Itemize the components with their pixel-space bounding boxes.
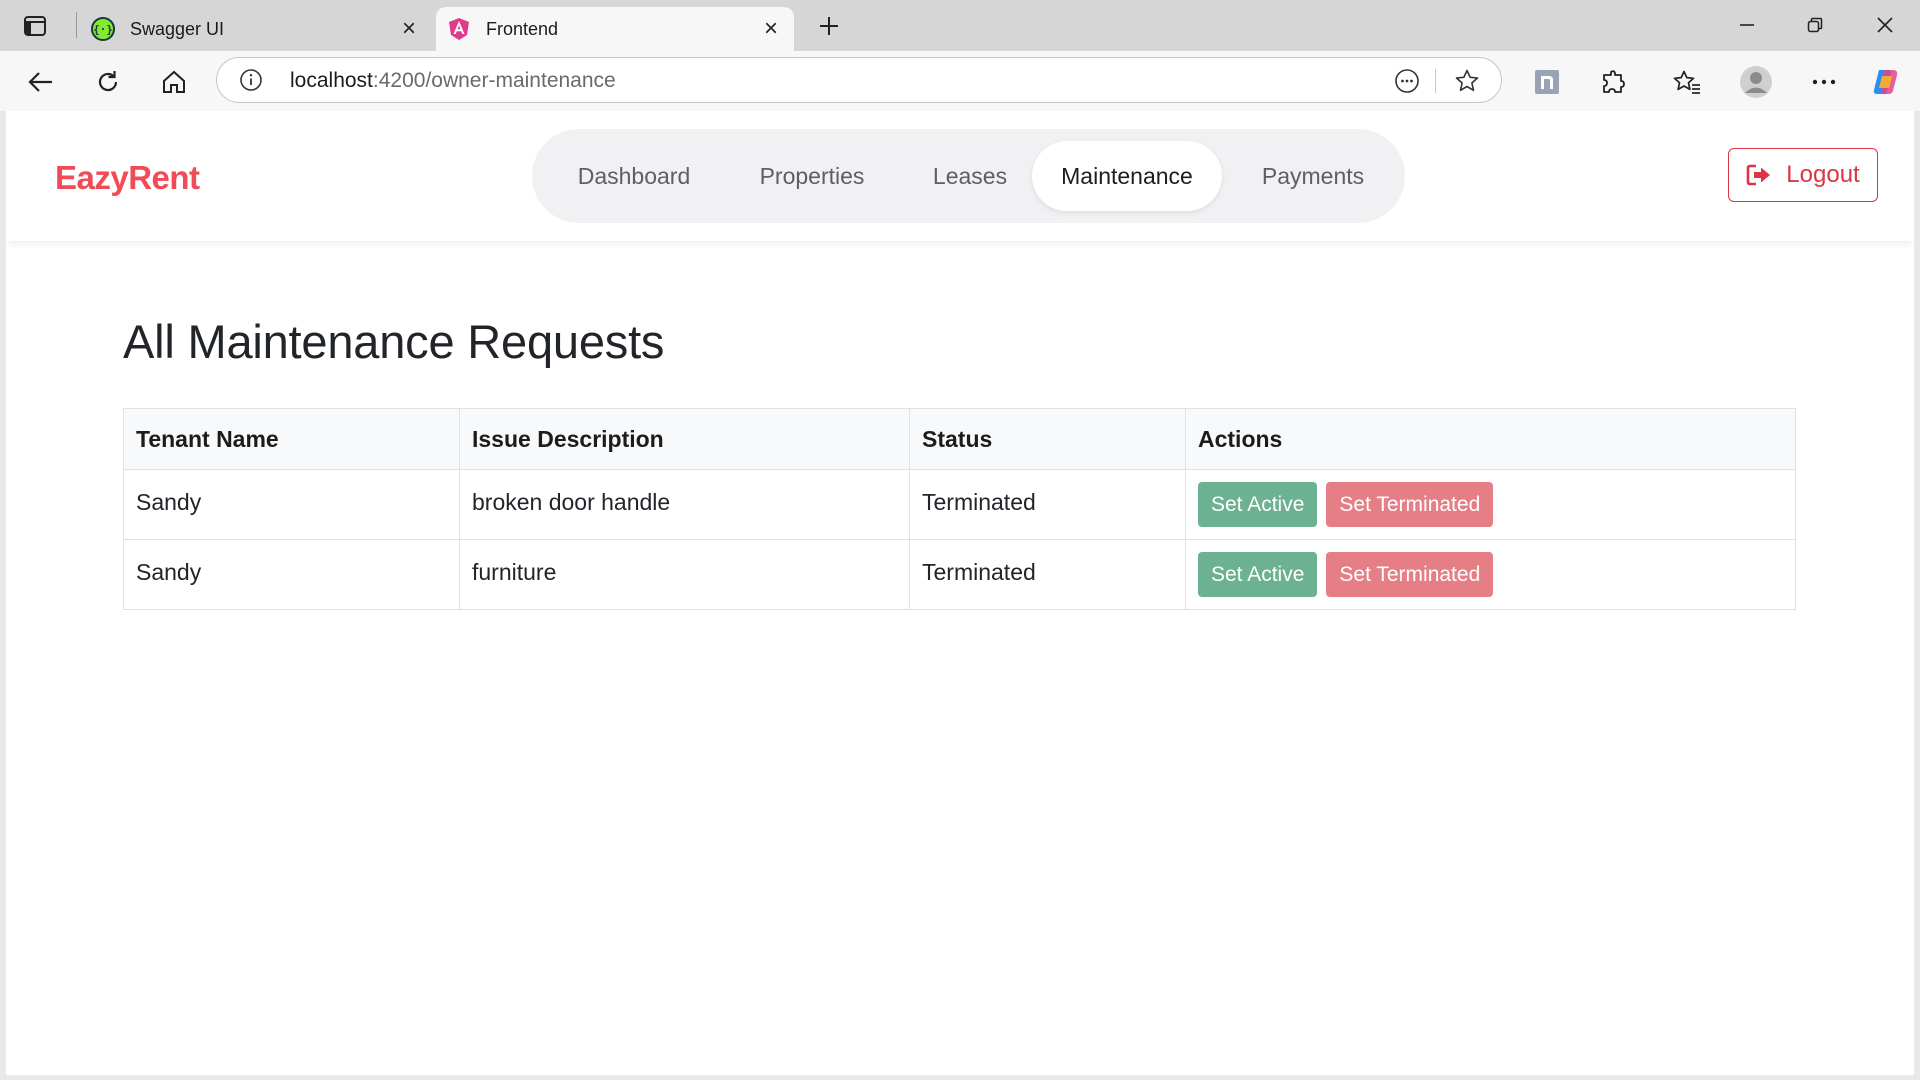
brand-logo[interactable]: EazyRent: [55, 159, 200, 197]
restore-icon[interactable]: [1790, 6, 1840, 44]
nav-link-dashboard[interactable]: Dashboard: [552, 141, 716, 211]
tab-actions-icon[interactable]: [18, 12, 52, 40]
tab-title: Swagger UI: [130, 18, 225, 39]
browser-toolbar: localhost:4200/owner-maintenance: [0, 51, 1920, 111]
new-tab-icon[interactable]: [812, 10, 846, 42]
copilot-icon[interactable]: [1867, 63, 1905, 101]
nav-link-payments[interactable]: Payments: [1236, 141, 1390, 211]
table-row: Sandy furniture Terminated Set Active Set…: [123, 539, 1796, 610]
table-row: Sandy broken door handle Terminated Set …: [123, 469, 1796, 540]
browser-tab-swagger[interactable]: {·} Swagger UI ×: [80, 7, 432, 51]
main-nav: Dashboard Properties Leases Maintenance …: [532, 129, 1405, 223]
tab-separator: [76, 12, 77, 38]
set-active-button[interactable]: Set Active: [1198, 482, 1318, 527]
minimize-icon[interactable]: [1722, 6, 1772, 44]
extensions-icon[interactable]: [1595, 63, 1633, 101]
site-info-icon[interactable]: [239, 68, 263, 92]
page-title: All Maintenance Requests: [123, 315, 665, 368]
maintenance-table: Tenant Name Issue Description Status Act…: [123, 408, 1796, 610]
back-icon[interactable]: [22, 63, 60, 101]
nav-link-properties[interactable]: Properties: [730, 141, 894, 211]
address-bar[interactable]: localhost:4200/owner-maintenance: [216, 57, 1502, 103]
close-tab-icon[interactable]: ×: [394, 14, 424, 44]
browser-tab-frontend[interactable]: Frontend ×: [436, 7, 794, 51]
refresh-icon[interactable]: [89, 63, 127, 101]
issue-description-cell: furniture: [459, 539, 910, 610]
tenant-name-cell: Sandy: [123, 539, 460, 610]
set-terminated-button[interactable]: Set Terminated: [1326, 552, 1494, 597]
logout-button[interactable]: Logout: [1728, 148, 1878, 202]
tenant-name-cell: Sandy: [123, 469, 460, 540]
issue-description-cell: broken door handle: [459, 469, 910, 540]
profile-avatar-icon[interactable]: [1737, 63, 1775, 101]
page-viewport: EazyRent Dashboard Properties Leases Mai…: [6, 111, 1914, 1075]
logout-label: Logout: [1786, 161, 1860, 188]
notion-extension-icon[interactable]: [1528, 63, 1566, 101]
more-options-icon[interactable]: [1805, 63, 1843, 101]
tab-title: Frontend: [486, 18, 559, 39]
status-cell: Terminated: [909, 469, 1186, 540]
column-header-issue: Issue Description: [459, 408, 910, 470]
address-separator: [1435, 69, 1436, 93]
table-header-row: Tenant Name Issue Description Status Act…: [123, 408, 1796, 470]
nav-link-leases[interactable]: Leases: [908, 141, 1032, 211]
set-terminated-button[interactable]: Set Terminated: [1326, 482, 1494, 527]
set-active-button[interactable]: Set Active: [1198, 552, 1318, 597]
close-tab-icon[interactable]: ×: [756, 14, 786, 44]
actions-cell: Set Active Set Terminated: [1185, 539, 1796, 610]
url-path: :4200/owner-maintenance: [372, 69, 616, 92]
favorite-star-icon[interactable]: [1453, 67, 1481, 95]
angular-icon: [446, 16, 472, 42]
favorites-icon[interactable]: [1668, 63, 1706, 101]
close-window-icon[interactable]: [1860, 6, 1910, 44]
reading-mode-icon[interactable]: [1393, 67, 1421, 95]
swagger-icon: {·}: [90, 16, 116, 42]
nav-link-maintenance[interactable]: Maintenance: [1032, 141, 1222, 211]
browser-tab-bar: {·} Swagger UI × Frontend ×: [0, 0, 1920, 51]
svg-text:{·}: {·}: [93, 23, 113, 36]
logout-icon: [1746, 164, 1772, 186]
home-icon[interactable]: [155, 63, 193, 101]
actions-cell: Set Active Set Terminated: [1185, 469, 1796, 540]
url-text[interactable]: localhost:4200/owner-maintenance: [290, 69, 616, 93]
column-header-tenant: Tenant Name: [123, 408, 460, 470]
status-cell: Terminated: [909, 539, 1186, 610]
app-navbar: EazyRent Dashboard Properties Leases Mai…: [6, 111, 1914, 241]
column-header-actions: Actions: [1185, 408, 1796, 470]
column-header-status: Status: [909, 408, 1186, 470]
url-host: localhost: [290, 69, 373, 92]
